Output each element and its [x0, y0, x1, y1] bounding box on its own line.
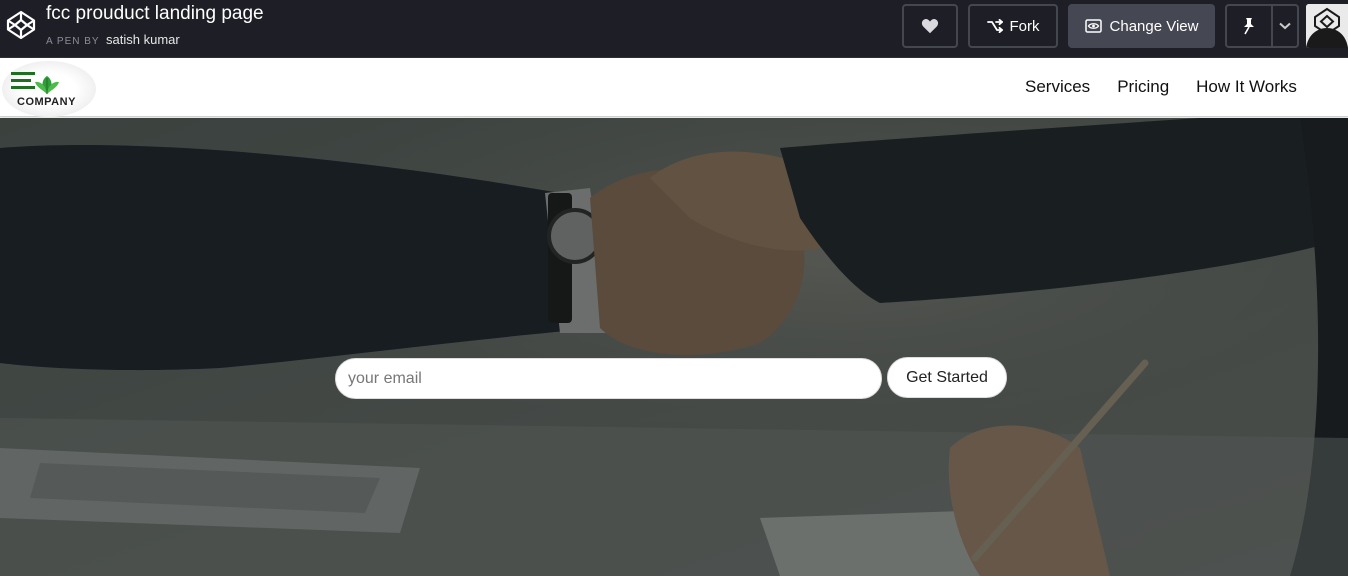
hero-overlay	[0, 118, 1348, 576]
codepen-logo-icon[interactable]	[4, 8, 38, 42]
change-view-button[interactable]: Change View	[1068, 4, 1215, 48]
heart-icon	[921, 19, 939, 34]
get-started-button[interactable]: Get Started	[887, 357, 1007, 398]
nav-link-services[interactable]: Services	[1025, 77, 1090, 97]
pin-menu-button[interactable]	[1273, 6, 1297, 46]
pen-byline: A PEN BY satish kumar	[46, 31, 180, 49]
fork-icon	[986, 19, 1003, 33]
nav-link-how-it-works[interactable]: How It Works	[1196, 77, 1297, 97]
codepen-header: fcc prouduct landing page A PEN BY satis…	[0, 0, 1348, 58]
fork-button[interactable]: Fork	[968, 4, 1058, 48]
author-link[interactable]: satish kumar	[106, 32, 180, 47]
chevron-down-icon	[1279, 22, 1291, 30]
leaf-logo-icon	[11, 72, 59, 94]
company-logo[interactable]: COMPANY	[2, 61, 96, 117]
pen-preview: COMPANY Services Pricing How It Works yo…	[0, 58, 1348, 576]
user-avatar[interactable]	[1306, 4, 1348, 48]
love-button[interactable]	[902, 4, 958, 48]
site-navbar: COMPANY Services Pricing How It Works	[0, 58, 1348, 117]
nav-links: Services Pricing How It Works	[1025, 77, 1297, 97]
pin-icon	[1244, 18, 1254, 35]
by-label: A PEN BY	[46, 36, 100, 47]
pin-button-group	[1225, 4, 1299, 48]
nav-link-pricing[interactable]: Pricing	[1117, 77, 1169, 97]
pen-title[interactable]: fcc prouduct landing page	[46, 3, 264, 25]
pin-button[interactable]	[1227, 6, 1273, 46]
fork-label: Fork	[1009, 17, 1040, 35]
eye-icon	[1084, 19, 1102, 33]
email-input[interactable]	[335, 358, 882, 399]
hero-section: Get Started	[0, 118, 1348, 576]
change-view-label: Change View	[1109, 17, 1199, 35]
brand-text: COMPANY	[17, 96, 76, 108]
